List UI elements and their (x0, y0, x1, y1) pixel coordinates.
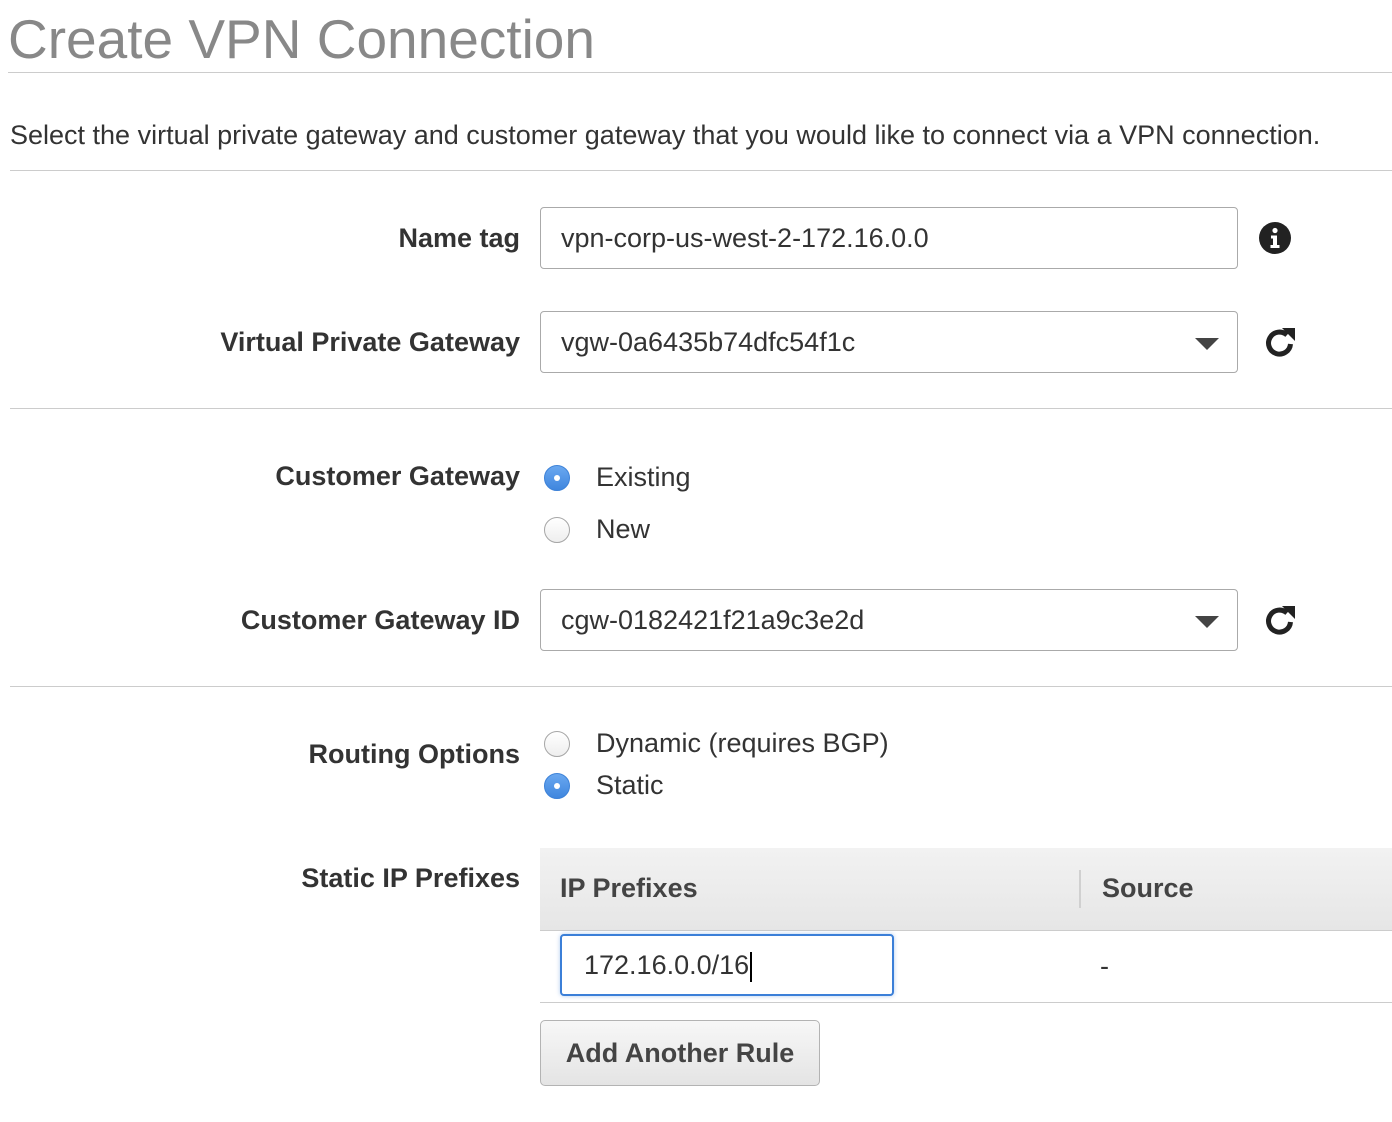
chevron-down-icon (1195, 616, 1219, 628)
refresh-icon[interactable] (1260, 323, 1300, 363)
name-tag-label: Name tag (398, 223, 520, 253)
radio-dynamic-label[interactable]: Dynamic (requires BGP) (596, 727, 889, 759)
radio-dynamic[interactable] (544, 731, 570, 757)
radio-new[interactable] (544, 517, 570, 543)
customer-gateway-id-value: cgw-0182421f21a9c3e2d (561, 605, 865, 635)
page-description: Select the virtual private gateway and c… (10, 120, 1321, 150)
radio-new-label[interactable]: New (596, 513, 650, 545)
ip-prefix-input[interactable]: 172.16.0.0/16 (560, 934, 894, 996)
column-header-source[interactable]: Source (1102, 872, 1194, 904)
static-ip-prefixes-label: Static IP Prefixes (301, 863, 520, 893)
radio-existing[interactable] (544, 465, 570, 491)
radio-existing-label[interactable]: Existing (596, 461, 691, 493)
radio-static-label[interactable]: Static (596, 769, 664, 801)
add-another-rule-button[interactable]: Add Another Rule (540, 1020, 820, 1086)
column-divider[interactable] (1079, 870, 1081, 908)
info-icon[interactable] (1257, 220, 1293, 256)
source-cell: - (1100, 951, 1109, 981)
text-cursor (750, 951, 753, 982)
name-tag-input[interactable]: vpn-corp-us-west-2-172.16.0.0 (540, 207, 1238, 269)
column-header-ip-prefixes[interactable]: IP Prefixes (560, 872, 698, 904)
title-divider (8, 72, 1392, 73)
routing-options-label: Routing Options (308, 739, 520, 769)
name-tag-value: vpn-corp-us-west-2-172.16.0.0 (561, 223, 929, 253)
customer-gateway-id-select[interactable]: cgw-0182421f21a9c3e2d (540, 589, 1238, 651)
virtual-private-gateway-select[interactable]: vgw-0a6435b74dfc54f1c (540, 311, 1238, 373)
page-title: Create VPN Connection (8, 8, 595, 70)
ip-prefixes-table-header: IP Prefixes Source (540, 848, 1392, 931)
virtual-private-gateway-value: vgw-0a6435b74dfc54f1c (561, 327, 856, 357)
virtual-private-gateway-label: Virtual Private Gateway (220, 327, 520, 357)
chevron-down-icon (1195, 338, 1219, 350)
customer-gateway-id-label: Customer Gateway ID (240, 605, 520, 635)
ip-prefix-value: 172.16.0.0/16 (584, 950, 750, 980)
table-row-divider (540, 1002, 1392, 1003)
section-divider (10, 170, 1392, 171)
section-divider (10, 686, 1392, 687)
section-divider (10, 408, 1392, 409)
customer-gateway-label: Customer Gateway (275, 461, 520, 491)
refresh-icon[interactable] (1260, 601, 1300, 641)
radio-static[interactable] (544, 773, 570, 799)
